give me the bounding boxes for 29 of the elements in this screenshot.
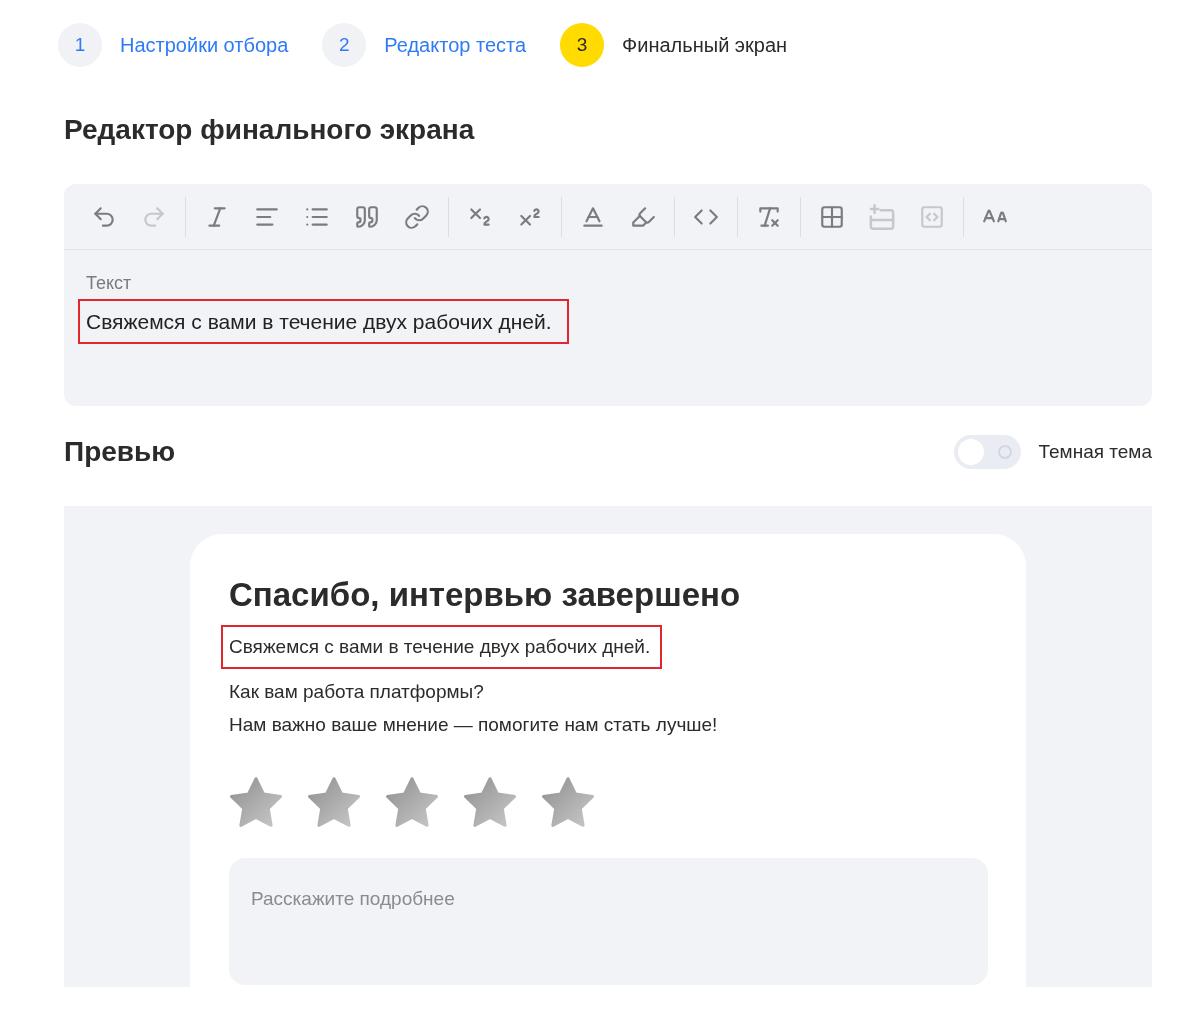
star-icon[interactable] bbox=[307, 776, 361, 828]
add-row-icon bbox=[869, 203, 895, 230]
card-text: Свяжемся с вами в течение двух рабочих дней. bbox=[229, 636, 651, 657]
step-tab[interactable]: Настройки отбора bbox=[120, 32, 289, 58]
card-text: Нам важно ваше мнение — помогите нам стать лучше! bbox=[229, 713, 718, 737]
card-title: Спасибо, интервью завершено bbox=[229, 575, 741, 615]
step-number: 3 bbox=[560, 23, 605, 67]
star-icon[interactable] bbox=[463, 776, 517, 828]
star-icon[interactable] bbox=[385, 776, 439, 828]
link-icon bbox=[404, 203, 430, 230]
code-block-icon bbox=[919, 203, 945, 230]
table-icon bbox=[819, 203, 845, 230]
toggle-label: Темная тема bbox=[1038, 440, 1152, 464]
field-value: Свяжемся с вами в течение двух рабочих дней. bbox=[86, 310, 552, 333]
comment-field[interactable]: Расскажите подробнее bbox=[229, 858, 988, 985]
quote-icon bbox=[354, 203, 380, 230]
step-number: 1 bbox=[58, 23, 102, 67]
star-icon[interactable] bbox=[229, 776, 283, 828]
step-tab[interactable]: Редактор теста bbox=[384, 32, 527, 58]
toggle-switch[interactable] bbox=[953, 435, 1021, 469]
star-rating[interactable] bbox=[229, 776, 595, 828]
text-input-field[interactable]: Текст Свяжемся с вами в течение двух рабочих дней. bbox=[64, 250, 1152, 406]
section-heading: Превью bbox=[64, 435, 176, 469]
star-icon[interactable] bbox=[541, 776, 595, 828]
step-number: 2 bbox=[322, 23, 367, 67]
field-label: Текст bbox=[86, 272, 132, 295]
step-tab[interactable]: Финальный экран bbox=[622, 32, 788, 58]
page-heading: Редактор финального экрана bbox=[64, 113, 476, 147]
card-text: Как вам работа платформы? bbox=[229, 680, 484, 704]
